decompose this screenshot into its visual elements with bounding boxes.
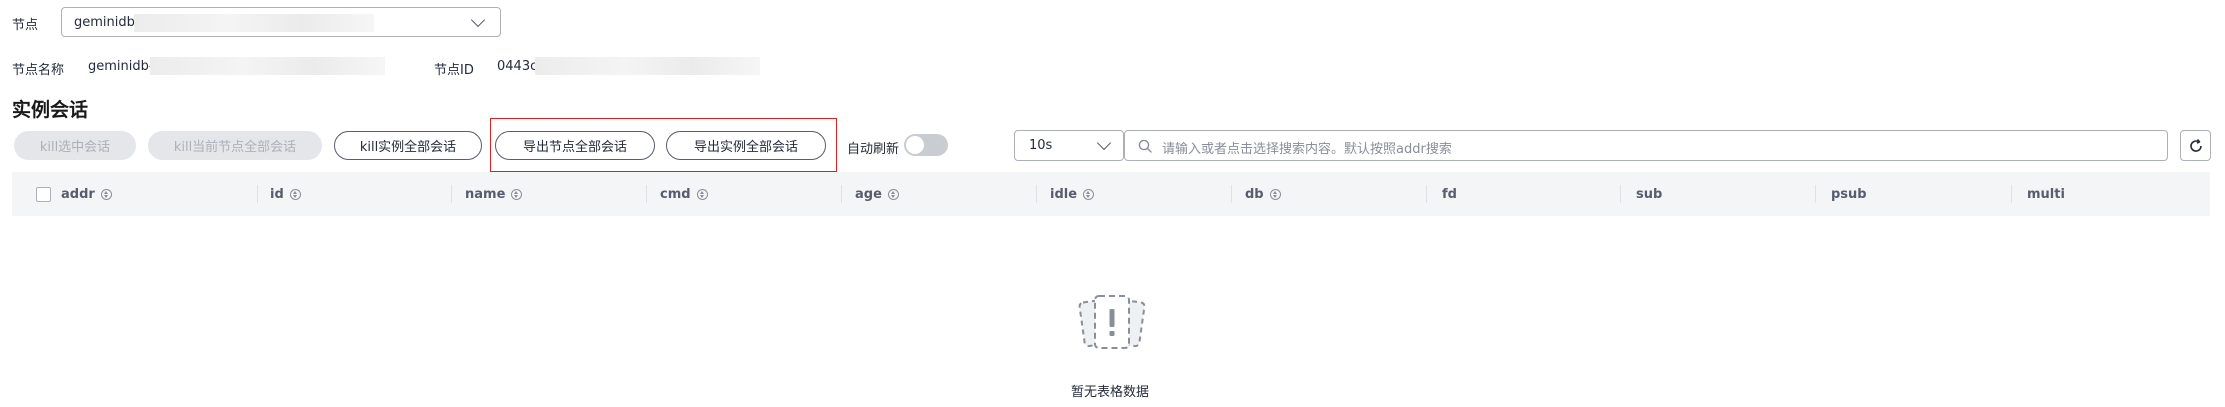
column-label: name (465, 186, 506, 202)
node-label: 节点 (12, 18, 39, 33)
sort-icon[interactable] (887, 188, 899, 200)
sort-icon[interactable] (289, 188, 301, 200)
search-placeholder: 请输入或者点击选择搜索内容。默认按照addr搜索 (1162, 142, 1452, 157)
refresh-button[interactable] (2180, 130, 2211, 161)
node-id-label: 节点ID (434, 63, 474, 78)
node-select[interactable]: geminidb- (61, 7, 501, 37)
column-psub: psub (1831, 172, 1867, 216)
refresh-interval-select[interactable]: 10s (1014, 130, 1124, 161)
empty-data-icon (1078, 295, 1146, 349)
auto-refresh-toggle[interactable] (904, 134, 948, 156)
column-cmd[interactable]: cmd (660, 172, 708, 216)
column-label: sub (1636, 186, 1663, 202)
sort-icon[interactable] (1269, 188, 1281, 200)
column-label: fd (1442, 186, 1457, 202)
toggle-knob (906, 136, 924, 154)
column-name[interactable]: name (465, 172, 523, 216)
select-all-checkbox[interactable] (36, 186, 51, 202)
column-divider (451, 185, 452, 203)
sort-icon[interactable] (100, 188, 112, 200)
column-age[interactable]: age (855, 172, 899, 216)
column-label: db (1245, 186, 1264, 202)
column-fd: fd (1442, 172, 1457, 216)
column-divider (2011, 185, 2012, 203)
refresh-icon (2190, 138, 2202, 152)
column-label: cmd (660, 186, 691, 202)
column-sub: sub (1636, 172, 1662, 216)
column-divider (1036, 185, 1037, 203)
search-icon (1138, 139, 1152, 153)
redacted-text (134, 14, 374, 32)
column-label: psub (1831, 186, 1867, 202)
redacted-text (535, 57, 760, 75)
empty-state-text: 暂无表格数据 (1071, 385, 1150, 400)
column-id[interactable]: id (270, 172, 301, 216)
export-instance-all-button[interactable]: 导出实例全部会话 (666, 131, 826, 160)
column-label: id (270, 186, 284, 202)
column-multi: multi (2027, 172, 2065, 216)
auto-refresh-label: 自动刷新 (847, 142, 900, 157)
node-select-value: geminidb- (74, 15, 140, 30)
column-divider (257, 185, 258, 203)
chevron-down-icon (1096, 135, 1112, 151)
sort-icon[interactable] (511, 188, 523, 200)
column-divider (1815, 185, 1816, 203)
column-divider (646, 185, 647, 203)
chevron-down-icon (470, 12, 486, 28)
kill-current-node-all-button[interactable]: kill当前节点全部会话 (148, 131, 322, 160)
redacted-text (150, 57, 385, 75)
sort-icon[interactable] (696, 188, 708, 200)
kill-instance-all-button[interactable]: kill实例全部会话 (334, 131, 482, 160)
column-idle[interactable]: idle (1050, 172, 1095, 216)
interval-value: 10s (1029, 138, 1053, 153)
node-id-value: 0443c (497, 59, 538, 74)
column-label: age (855, 186, 882, 202)
column-label: multi (2027, 186, 2065, 202)
column-addr[interactable]: addr (36, 172, 112, 216)
kill-selected-button[interactable]: kill选中会话 (14, 131, 136, 160)
section-title: 实例会话 (12, 99, 89, 121)
column-label: idle (1050, 186, 1078, 202)
column-divider (1620, 185, 1621, 203)
search-input[interactable]: 请输入或者点击选择搜索内容。默认按照addr搜索 (1124, 130, 2168, 161)
export-node-all-button[interactable]: 导出节点全部会话 (495, 131, 655, 160)
column-db[interactable]: db (1245, 172, 1281, 216)
table-header: addr id name cmd age idle db fd sub psub… (12, 172, 2210, 216)
column-divider (1231, 185, 1232, 203)
column-divider (841, 185, 842, 203)
column-divider (1426, 185, 1427, 203)
column-label: addr (61, 186, 95, 202)
sort-icon[interactable] (1083, 188, 1095, 200)
node-name-label: 节点名称 (12, 63, 65, 78)
node-name-value: geminidb- (88, 59, 154, 74)
